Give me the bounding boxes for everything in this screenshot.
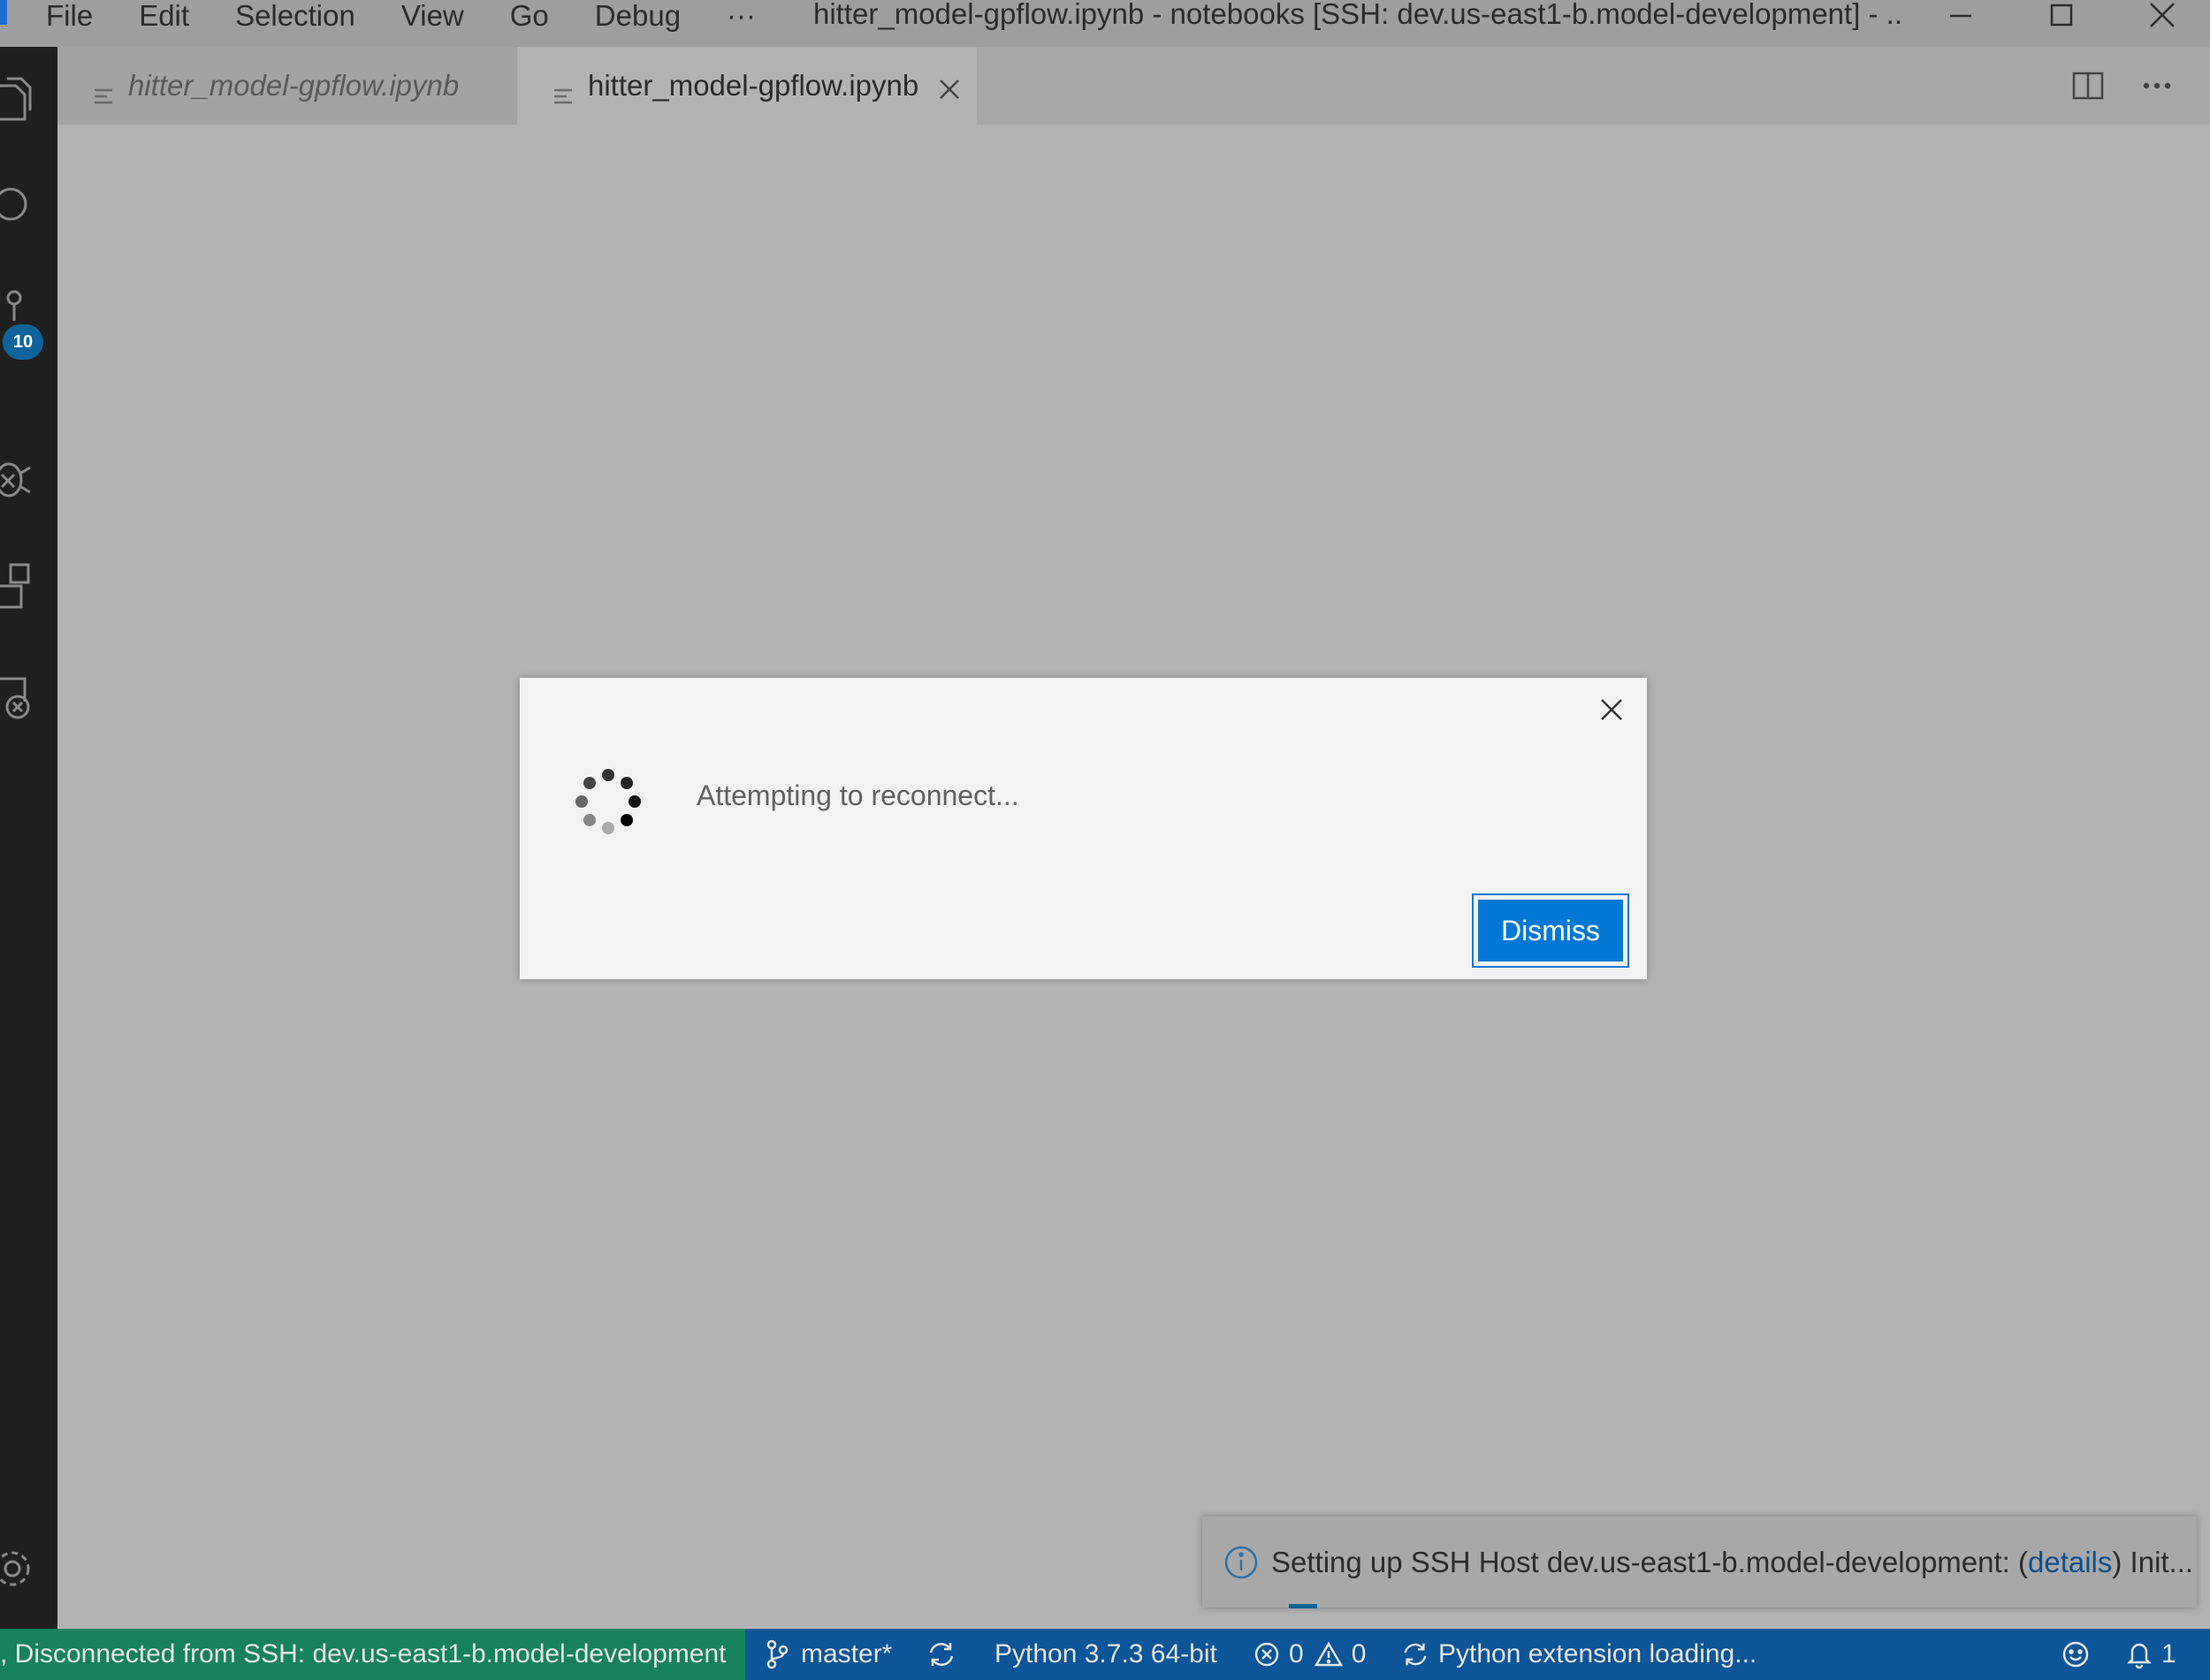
error-icon (1254, 1642, 1279, 1667)
git-branch-icon (766, 1639, 789, 1669)
sync-icon (1404, 1643, 1427, 1666)
dialog-close-button[interactable] (1594, 692, 1629, 727)
reconnect-dialog: Attempting to reconnect... Dismiss (520, 678, 1647, 979)
menu-file[interactable]: File (46, 0, 93, 32)
notifications-button[interactable]: 1 (2126, 1629, 2176, 1680)
warning-count: 0 (1351, 1639, 1367, 1669)
menu-more[interactable]: ··· (727, 0, 756, 32)
files-icon (0, 77, 32, 121)
tab-label: hitter_model-gpflow.ipynb (128, 69, 460, 102)
minimize-icon (1950, 14, 1971, 18)
menu-view[interactable]: View (401, 0, 464, 32)
remote-status-text: , Disconnected from SSH: dev.us-east1-b.… (0, 1639, 727, 1669)
debug-button[interactable] (0, 452, 35, 505)
extensions-button[interactable] (0, 559, 35, 612)
notification-progress-bar (1289, 1604, 1317, 1608)
menu-edit[interactable]: Edit (139, 0, 189, 32)
window-title: hitter_model-gpflow.ipynb - notebooks [S… (813, 0, 1901, 30)
python-version: Python 3.7.3 64-bit (994, 1639, 1217, 1669)
explorer-button[interactable] (0, 73, 35, 126)
notification-message: Setting up SSH Host dev.us-east1-b.model… (1271, 1546, 2193, 1579)
git-branch-status[interactable]: master* (766, 1629, 892, 1680)
error-count: 0 (1289, 1639, 1304, 1669)
tab-active[interactable]: hitter_model-gpflow.ipynb (517, 47, 977, 125)
loading-spinner-icon (575, 769, 641, 834)
remote-explorer-icon (0, 677, 30, 719)
notification-toast: Setting up SSH Host dev.us-east1-b.model… (1202, 1517, 2197, 1608)
info-icon (1223, 1545, 1259, 1580)
menu-go[interactable]: Go (510, 0, 549, 32)
problems-status[interactable]: 0 0 (1254, 1629, 1366, 1680)
tab-label: hitter_model-gpflow.ipynb (588, 69, 919, 102)
close-icon (2150, 3, 2175, 27)
details-link[interactable]: details (2028, 1546, 2112, 1578)
menu-selection[interactable]: Selection (235, 0, 355, 32)
extension-status-text: Python extension loading... (1438, 1639, 1757, 1669)
menu-bar: File Edit Selection View Go Debug ··· (46, 0, 802, 32)
remote-explorer-button[interactable] (0, 670, 35, 723)
app-icon (0, 0, 7, 25)
tab-inactive[interactable]: hitter_model-gpflow.ipynb (57, 47, 517, 125)
status-bar: , Disconnected from SSH: dev.us-east1-b.… (0, 1629, 2210, 1680)
python-extension-status[interactable]: Python extension loading... (1401, 1629, 1757, 1680)
gear-icon (0, 1551, 30, 1586)
tab-close-button[interactable] (938, 74, 961, 99)
dismiss-button[interactable]: Dismiss (1478, 900, 1623, 962)
search-button[interactable] (0, 178, 35, 231)
source-control-badge: 10 (3, 324, 43, 360)
branch-name: master* (801, 1639, 893, 1669)
editor-tab-bar: hitter_model-gpflow.ipynb hitter_model-g… (57, 47, 2210, 125)
debug-icon (0, 462, 31, 498)
menu-debug[interactable]: Debug (595, 0, 681, 32)
activity-bar: 10 (0, 47, 57, 1629)
close-icon (940, 80, 960, 99)
more-actions-button[interactable] (2138, 66, 2176, 105)
title-bar: File Edit Selection View Go Debug ··· hi… (0, 0, 2210, 47)
search-icon (0, 187, 27, 221)
notification-text-suffix: ) Init... (2112, 1546, 2194, 1578)
maximize-button[interactable] (2035, 0, 2088, 32)
sync-icon (929, 1643, 954, 1666)
close-icon (1601, 699, 1622, 720)
file-lines-icon (95, 78, 114, 104)
ellipsis-icon (2143, 82, 2171, 89)
split-editor-button[interactable] (2069, 66, 2107, 105)
python-interpreter-status[interactable]: Python 3.7.3 64-bit (994, 1629, 1217, 1680)
maximize-icon (2050, 4, 2073, 27)
extensions-icon (0, 563, 30, 609)
dismiss-focus-ring: Dismiss (1472, 893, 1629, 968)
file-lines-icon (554, 78, 574, 104)
window-close-button[interactable] (2136, 0, 2189, 32)
bell-icon (2126, 1643, 2153, 1669)
minimize-button[interactable] (1934, 0, 1987, 32)
dialog-message: Attempting to reconnect... (697, 779, 1019, 811)
split-editor-icon (2072, 72, 2104, 100)
notification-text: Setting up SSH Host dev.us-east1-b.model… (1271, 1546, 2028, 1578)
settings-button[interactable] (0, 1542, 35, 1595)
feedback-button[interactable] (2061, 1629, 2090, 1680)
sync-button[interactable] (926, 1629, 956, 1680)
notification-count: 1 (2161, 1639, 2176, 1669)
warning-icon (1314, 1641, 1343, 1667)
remote-status[interactable]: , Disconnected from SSH: dev.us-east1-b.… (0, 1629, 745, 1680)
smiley-icon (2062, 1641, 2089, 1668)
